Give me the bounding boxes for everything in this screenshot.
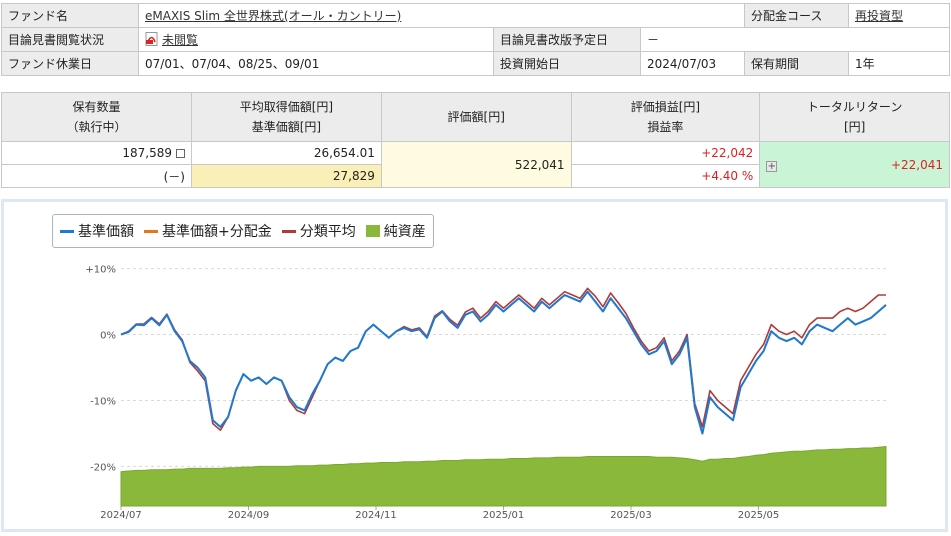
profit-loss-rate-value: +4.40 % xyxy=(570,164,761,188)
performance-chart: 基準価額 基準価額+分配金 分類平均 純資産 +10% 0% -10% -20% 202… xyxy=(1,199,948,532)
holding-table: 保有数量 （執行中） 平均取得価額[円] 基準価額[円] 評価額[円] 評価損益[円… xyxy=(1,92,950,188)
header-profit-loss: 評価損益[円] 損益率 xyxy=(570,92,761,142)
x-tick-label: 2024/09 xyxy=(228,510,270,521)
fund-info-table: ファンド名 eMAXIS Slim 全世界株式(オール・カントリー) 分配金コー… xyxy=(1,3,950,76)
quantity-checkbox[interactable] xyxy=(175,149,185,158)
header-cost: 平均取得価額[円] 基準価額[円] xyxy=(190,92,382,142)
y-tick-label: +10% xyxy=(85,265,116,276)
nav-value: 27,829 xyxy=(190,164,382,188)
start-date-value: 2024/07/03 xyxy=(640,51,745,76)
x-tick-label: 2025/01 xyxy=(483,510,525,521)
header-total-return: トータルリターン [円] xyxy=(759,92,950,142)
dist-course-link[interactable]: 再投資型 xyxy=(855,9,903,23)
fund-name-cell: eMAXIS Slim 全世界株式(オール・カントリー) xyxy=(138,3,745,28)
prospectus-cell: 未閲覧 xyxy=(138,27,494,52)
holiday-value: 07/01、07/04、08/25、09/01 xyxy=(138,51,494,76)
series-area-net-assets xyxy=(120,446,887,507)
series-line-nav-dist xyxy=(120,290,887,435)
x-tick-label: 2025/03 xyxy=(610,510,652,521)
holding-period-label: 保有期間 xyxy=(744,51,849,76)
holding-period-value: 1年 xyxy=(848,51,950,76)
y-tick-label: -20% xyxy=(90,462,116,473)
header-quantity: 保有数量 （執行中） xyxy=(1,92,192,142)
quantity-value: 187,589 xyxy=(122,146,172,160)
holiday-label: ファンド休業日 xyxy=(1,51,139,76)
profit-loss-value: +22,042 xyxy=(570,141,761,165)
dist-course-label: 分配金コース xyxy=(744,3,849,28)
revision-value: － xyxy=(640,27,950,52)
avg-cost-value: 26,654.01 xyxy=(190,141,382,165)
prospectus-link[interactable]: 未閲覧 xyxy=(162,33,198,47)
prospectus-label: 目論見書閲覧状況 xyxy=(1,27,139,52)
chart-plot: +10% 0% -10% -20% 2024/07 2024/09 2024/11 2025/… xyxy=(85,265,887,521)
expand-plus-icon[interactable]: + xyxy=(766,160,778,172)
fund-name-link[interactable]: eMAXIS Slim 全世界株式(オール・カントリー) xyxy=(145,9,401,23)
total-return-value: +22,041 xyxy=(890,157,943,172)
series-line-nav xyxy=(120,290,887,435)
start-date-label: 投資開始日 xyxy=(493,51,641,76)
dist-course-cell: 再投資型 xyxy=(848,3,950,28)
valuation-value: 522,041 xyxy=(380,141,572,188)
y-tick-label: 0% xyxy=(100,331,116,342)
revision-label: 目論見書改版予定日 xyxy=(493,27,641,52)
header-valuation: 評価額[円] xyxy=(380,92,572,142)
quantity-pending-value: (－) xyxy=(1,164,192,188)
series-line-category-avg xyxy=(120,287,886,431)
total-return-cell: + +22,041 xyxy=(759,141,950,188)
y-tick-label: -10% xyxy=(90,396,116,407)
x-tick-label: 2025/05 xyxy=(738,510,780,521)
x-tick-label: 2024/07 xyxy=(100,510,142,521)
x-tick-label: 2024/11 xyxy=(355,510,397,521)
pdf-icon xyxy=(145,32,158,46)
quantity-cell: 187,589 xyxy=(1,141,192,165)
fund-name-label: ファンド名 xyxy=(1,3,139,28)
